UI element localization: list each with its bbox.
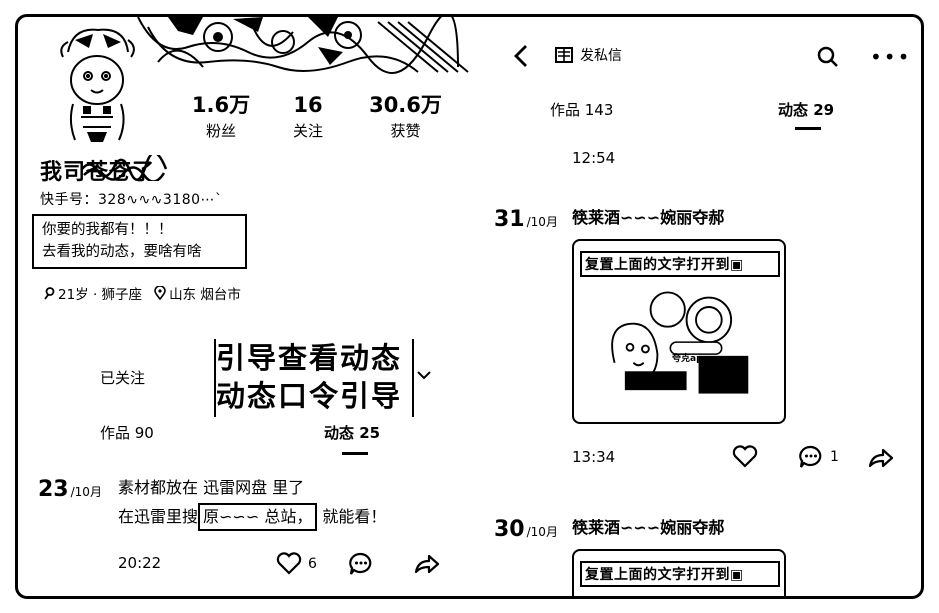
fans-count: 1.6万 bbox=[191, 93, 251, 117]
post-line-2-post: 就能看！ bbox=[322, 507, 387, 526]
post-time-top: 12:54 bbox=[572, 149, 616, 167]
follow-status-button[interactable]: 已关注 bbox=[100, 367, 145, 388]
like-action[interactable]: 6 bbox=[276, 552, 317, 576]
share-icon-2[interactable] bbox=[868, 447, 894, 469]
comment-icon-2 bbox=[799, 445, 822, 468]
post-time-31: 13:34 bbox=[572, 448, 616, 466]
kuaishou-id: 快手号：328∿∿∿3180⋯` bbox=[40, 192, 223, 208]
post-body: 素材都放在 迅雷网盘 里了 在迅雷里搜 原∽∽∽ 总站， 就能看！ bbox=[118, 473, 386, 531]
profile-panel: 1.6万 粉丝 16 关注 30.6万 获赞 我司苍苍了 快手号：328∿∿∿3… bbox=[18, 17, 488, 596]
post-title-30: 筷莱酒∽∽∽婉丽夺郝 bbox=[572, 518, 725, 537]
card-tag: 疯中赠示 bbox=[621, 394, 674, 409]
dm-icon bbox=[555, 47, 573, 63]
location-text: 山东 烟台市 bbox=[169, 287, 241, 303]
post-card-31[interactable]: 复置上面的文字打开到▣ 夸克app 疯中赠示 bbox=[572, 239, 786, 424]
age-sign: 21岁 · 狮子座 bbox=[44, 283, 142, 303]
post-month: /10月 bbox=[70, 485, 102, 499]
tab-active-indicator-2 bbox=[795, 127, 821, 130]
dm-button[interactable]: 发私信 bbox=[554, 45, 622, 65]
redaction-scribble bbox=[81, 155, 168, 181]
post-month-31: /10月 bbox=[526, 215, 558, 229]
guide-overlay-text: 引导查看动态 动态口令引导 bbox=[216, 339, 402, 415]
profile-meta: 21岁 · 狮子座 山东 烟台市 bbox=[44, 283, 241, 303]
likes-count: 30.6万 bbox=[369, 93, 442, 117]
stat-following[interactable]: 16 关注 bbox=[278, 92, 338, 141]
post-date-31: 31/10月 bbox=[494, 207, 558, 232]
chevron-down-icon[interactable] bbox=[416, 369, 432, 381]
location: 山东 烟台市 bbox=[154, 283, 241, 303]
comment-action-31[interactable]: 1 bbox=[798, 445, 839, 469]
bio-box: 你要的我都有！！！ 去看我的动态，要啥有啥 bbox=[32, 214, 247, 269]
heart-icon bbox=[276, 552, 302, 575]
profile-panel-2: 发私信 ••• 作品 143 动态 29 12:54 31/10月 筷莱酒∽∽∽… bbox=[488, 17, 921, 596]
tab-active-indicator bbox=[342, 452, 368, 455]
highlight-box: 原∽∽∽ 总站， bbox=[198, 503, 318, 531]
post-month-30: /10月 bbox=[526, 525, 558, 539]
location-pin-icon bbox=[154, 286, 166, 300]
post-line-1: 素材都放在 迅雷网盘 里了 bbox=[118, 478, 305, 497]
card-badge: 夸克app bbox=[672, 354, 709, 364]
overlay-line-1: 引导查看动态 bbox=[216, 341, 403, 375]
overlay-line-2: 动态口令引导 bbox=[216, 379, 403, 413]
following-label: 关注 bbox=[292, 122, 323, 140]
post-card-30[interactable]: 复置上面的文字打开到▣ bbox=[572, 549, 786, 596]
comment-icon[interactable] bbox=[348, 552, 374, 576]
tab-moments-2[interactable]: 动态 29 bbox=[778, 99, 834, 120]
fans-label: 粉丝 bbox=[205, 122, 236, 140]
card-head-30: 复置上面的文字打开到▣ bbox=[580, 561, 780, 587]
post-title-31: 筷莱酒∽∽∽婉丽夺郝 bbox=[572, 208, 725, 227]
card-head-31: 复置上面的文字打开到▣ bbox=[580, 251, 780, 277]
tab-works-2[interactable]: 作品 143 bbox=[550, 99, 613, 120]
post-day-31: 31 bbox=[494, 207, 525, 232]
avatar[interactable] bbox=[53, 22, 141, 147]
tab-moments[interactable]: 动态 25 bbox=[324, 422, 380, 443]
stat-fans[interactable]: 1.6万 粉丝 bbox=[186, 92, 256, 141]
post-date: 23/10月 bbox=[38, 477, 102, 502]
tab-works[interactable]: 作品 90 bbox=[100, 422, 154, 443]
gender-icon bbox=[44, 286, 55, 300]
bio-line-2: 去看我的动态，要啥有啥 bbox=[42, 244, 202, 260]
more-icon[interactable]: ••• bbox=[870, 47, 911, 67]
top-bar: 发私信 ••• bbox=[488, 39, 921, 73]
comment-count-31: 1 bbox=[830, 449, 839, 465]
following-count: 16 bbox=[293, 93, 323, 117]
dm-label: 发私信 bbox=[580, 48, 622, 64]
post-date-30: 30/10月 bbox=[494, 517, 558, 542]
post-time: 20:22 bbox=[118, 554, 162, 572]
card-illustration bbox=[611, 291, 749, 394]
age-sign-text: 21岁 · 狮子座 bbox=[58, 287, 143, 303]
share-icon[interactable] bbox=[414, 553, 440, 575]
like-count: 6 bbox=[308, 556, 317, 572]
likes-label: 获赞 bbox=[390, 122, 421, 140]
post-line-2-pre: 在迅雷里搜 bbox=[118, 507, 199, 526]
post-line-2: 在迅雷里搜 原∽∽∽ 总站， 就能看！ bbox=[118, 502, 386, 531]
post-day-30: 30 bbox=[494, 517, 525, 542]
back-arrow-icon[interactable] bbox=[512, 43, 530, 69]
post-day: 23 bbox=[38, 477, 69, 502]
heart-icon-2[interactable] bbox=[731, 445, 759, 469]
screenshot-frame: 1.6万 粉丝 16 关注 30.6万 获赞 我司苍苍了 快手号：328∿∿∿3… bbox=[15, 14, 924, 599]
stat-likes[interactable]: 30.6万 获赞 bbox=[363, 92, 448, 141]
search-icon[interactable] bbox=[816, 45, 840, 69]
bio-line-1: 你要的我都有！！！ bbox=[42, 222, 173, 238]
